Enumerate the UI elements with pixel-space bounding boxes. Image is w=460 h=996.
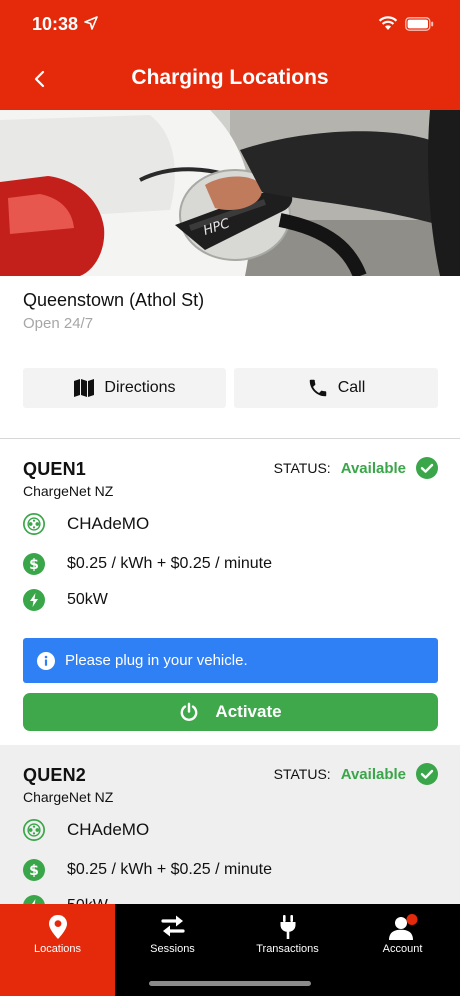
- map-pin-icon: [48, 915, 67, 939]
- activate-button[interactable]: Activate: [23, 693, 438, 731]
- power-row: 50kW: [23, 589, 108, 611]
- power-icon: [181, 702, 198, 721]
- status-time: 10:38: [32, 14, 79, 34]
- tab-locations[interactable]: Locations: [0, 904, 115, 996]
- check-circle-icon: [416, 457, 438, 479]
- call-label: Call: [337, 379, 366, 396]
- power-text: 50kW: [67, 591, 108, 608]
- map-icon: [74, 379, 95, 397]
- tab-label: Locations: [33, 943, 82, 955]
- activate-label: Activate: [215, 702, 282, 721]
- location-photo: HPC: [0, 110, 460, 276]
- user-icon: [388, 914, 417, 940]
- plug-icon: [280, 915, 295, 939]
- connector-row: CHAdeMO: [23, 819, 149, 841]
- tab-account[interactable]: Account: [345, 904, 460, 996]
- directions-label: Directions: [104, 379, 176, 396]
- directions-button[interactable]: Directions: [23, 368, 226, 408]
- svg-text:$: $: [29, 863, 39, 879]
- battery-icon: [405, 16, 434, 31]
- dollar-icon: $: [23, 553, 45, 575]
- connector-row: CHAdeMO: [23, 513, 149, 535]
- info-icon: [37, 651, 55, 670]
- tab-label: Account: [382, 943, 423, 955]
- svg-text:$: $: [29, 557, 39, 573]
- price-text: $0.25 / kWh + $0.25 / minute: [67, 555, 273, 572]
- charger-id: QUEN2: [23, 765, 87, 785]
- status-label: STATUS:: [273, 766, 331, 782]
- tab-label: Sessions: [150, 943, 195, 955]
- check-circle-icon: [416, 763, 438, 785]
- notice-text: Please plug in your vehicle.: [65, 652, 248, 669]
- connector-type: CHAdeMO: [67, 514, 150, 533]
- chademo-connector-icon: [23, 819, 45, 841]
- phone-icon: [309, 379, 326, 397]
- status-icons: [378, 16, 434, 31]
- tab-label: Transactions: [256, 943, 319, 955]
- notification-badge: [406, 914, 417, 925]
- charger-status: STATUS: Available: [274, 457, 438, 479]
- charging-car-illustration: HPC: [0, 110, 460, 276]
- connector-type: CHAdeMO: [67, 820, 150, 839]
- price-row: $ $0.25 / kWh + $0.25 / minute: [23, 553, 272, 575]
- location-arrow-icon: [84, 16, 98, 30]
- wifi-icon: [378, 16, 398, 30]
- location-name: Queenstown (Athol St): [23, 290, 205, 310]
- price-row: $ $0.25 / kWh + $0.25 / minute: [23, 859, 272, 881]
- dollar-icon: $: [23, 859, 45, 881]
- bolt-icon: [23, 589, 45, 611]
- charger-card: QUEN1 ChargeNet NZ STATUS: Available CHA…: [0, 439, 460, 745]
- status-bar: 10:38: [0, 0, 460, 50]
- opening-hours: Open 24/7: [23, 315, 94, 332]
- plug-in-notice: Please plug in your vehicle.: [23, 638, 438, 683]
- charger-id: QUEN1: [23, 459, 87, 479]
- charger-operator: ChargeNet NZ: [23, 483, 114, 499]
- chademo-connector-icon: [23, 513, 45, 535]
- charger-operator: ChargeNet NZ: [23, 789, 114, 805]
- swap-arrows-icon: [160, 915, 185, 937]
- status-value: Available: [340, 459, 406, 477]
- page-title: Charging Locations: [131, 66, 329, 89]
- charger-card: QUEN2 ChargeNet NZ STATUS: Available CHA…: [0, 745, 460, 917]
- price-text: $0.25 / kWh + $0.25 / minute: [67, 861, 273, 878]
- app-header: 10:38 Charging Locations: [0, 0, 460, 110]
- home-indicator: [149, 981, 311, 986]
- charger-status: STATUS: Available: [274, 763, 438, 785]
- status-label: STATUS:: [273, 460, 331, 476]
- status-value: Available: [340, 765, 406, 783]
- call-button[interactable]: Call: [234, 368, 438, 408]
